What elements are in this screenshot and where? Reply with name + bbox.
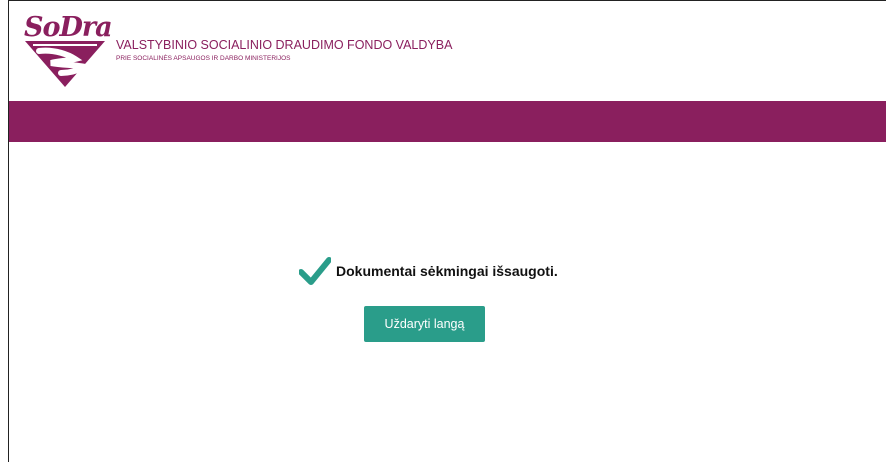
org-title: VALSTYBINIO SOCIALINIO DRAUDIMO FONDO VA… <box>116 38 453 52</box>
sodra-logo: SoDra <box>19 11 119 91</box>
logo-wordmark: SoDra <box>24 12 113 43</box>
close-window-button[interactable]: Uždaryti langą <box>364 306 485 342</box>
success-text: Dokumentai sėkmingai išsaugoti. <box>336 263 558 279</box>
header: SoDra VALSTYBINIO SOCIALINIO DRAUDIMO FO… <box>9 1 886 101</box>
success-message: Dokumentai sėkmingai išsaugoti. <box>299 256 558 286</box>
main-content: Dokumentai sėkmingai išsaugoti. Uždaryti… <box>9 142 886 463</box>
org-subtitle: PRIE SOCIALINĖS APSAUGOS IR DARBO MINIST… <box>116 55 291 62</box>
brand-band <box>9 101 886 142</box>
logo-emblem-icon <box>25 41 105 87</box>
checkmark-icon <box>299 257 331 285</box>
page-frame: SoDra VALSTYBINIO SOCIALINIO DRAUDIMO FO… <box>8 0 886 462</box>
